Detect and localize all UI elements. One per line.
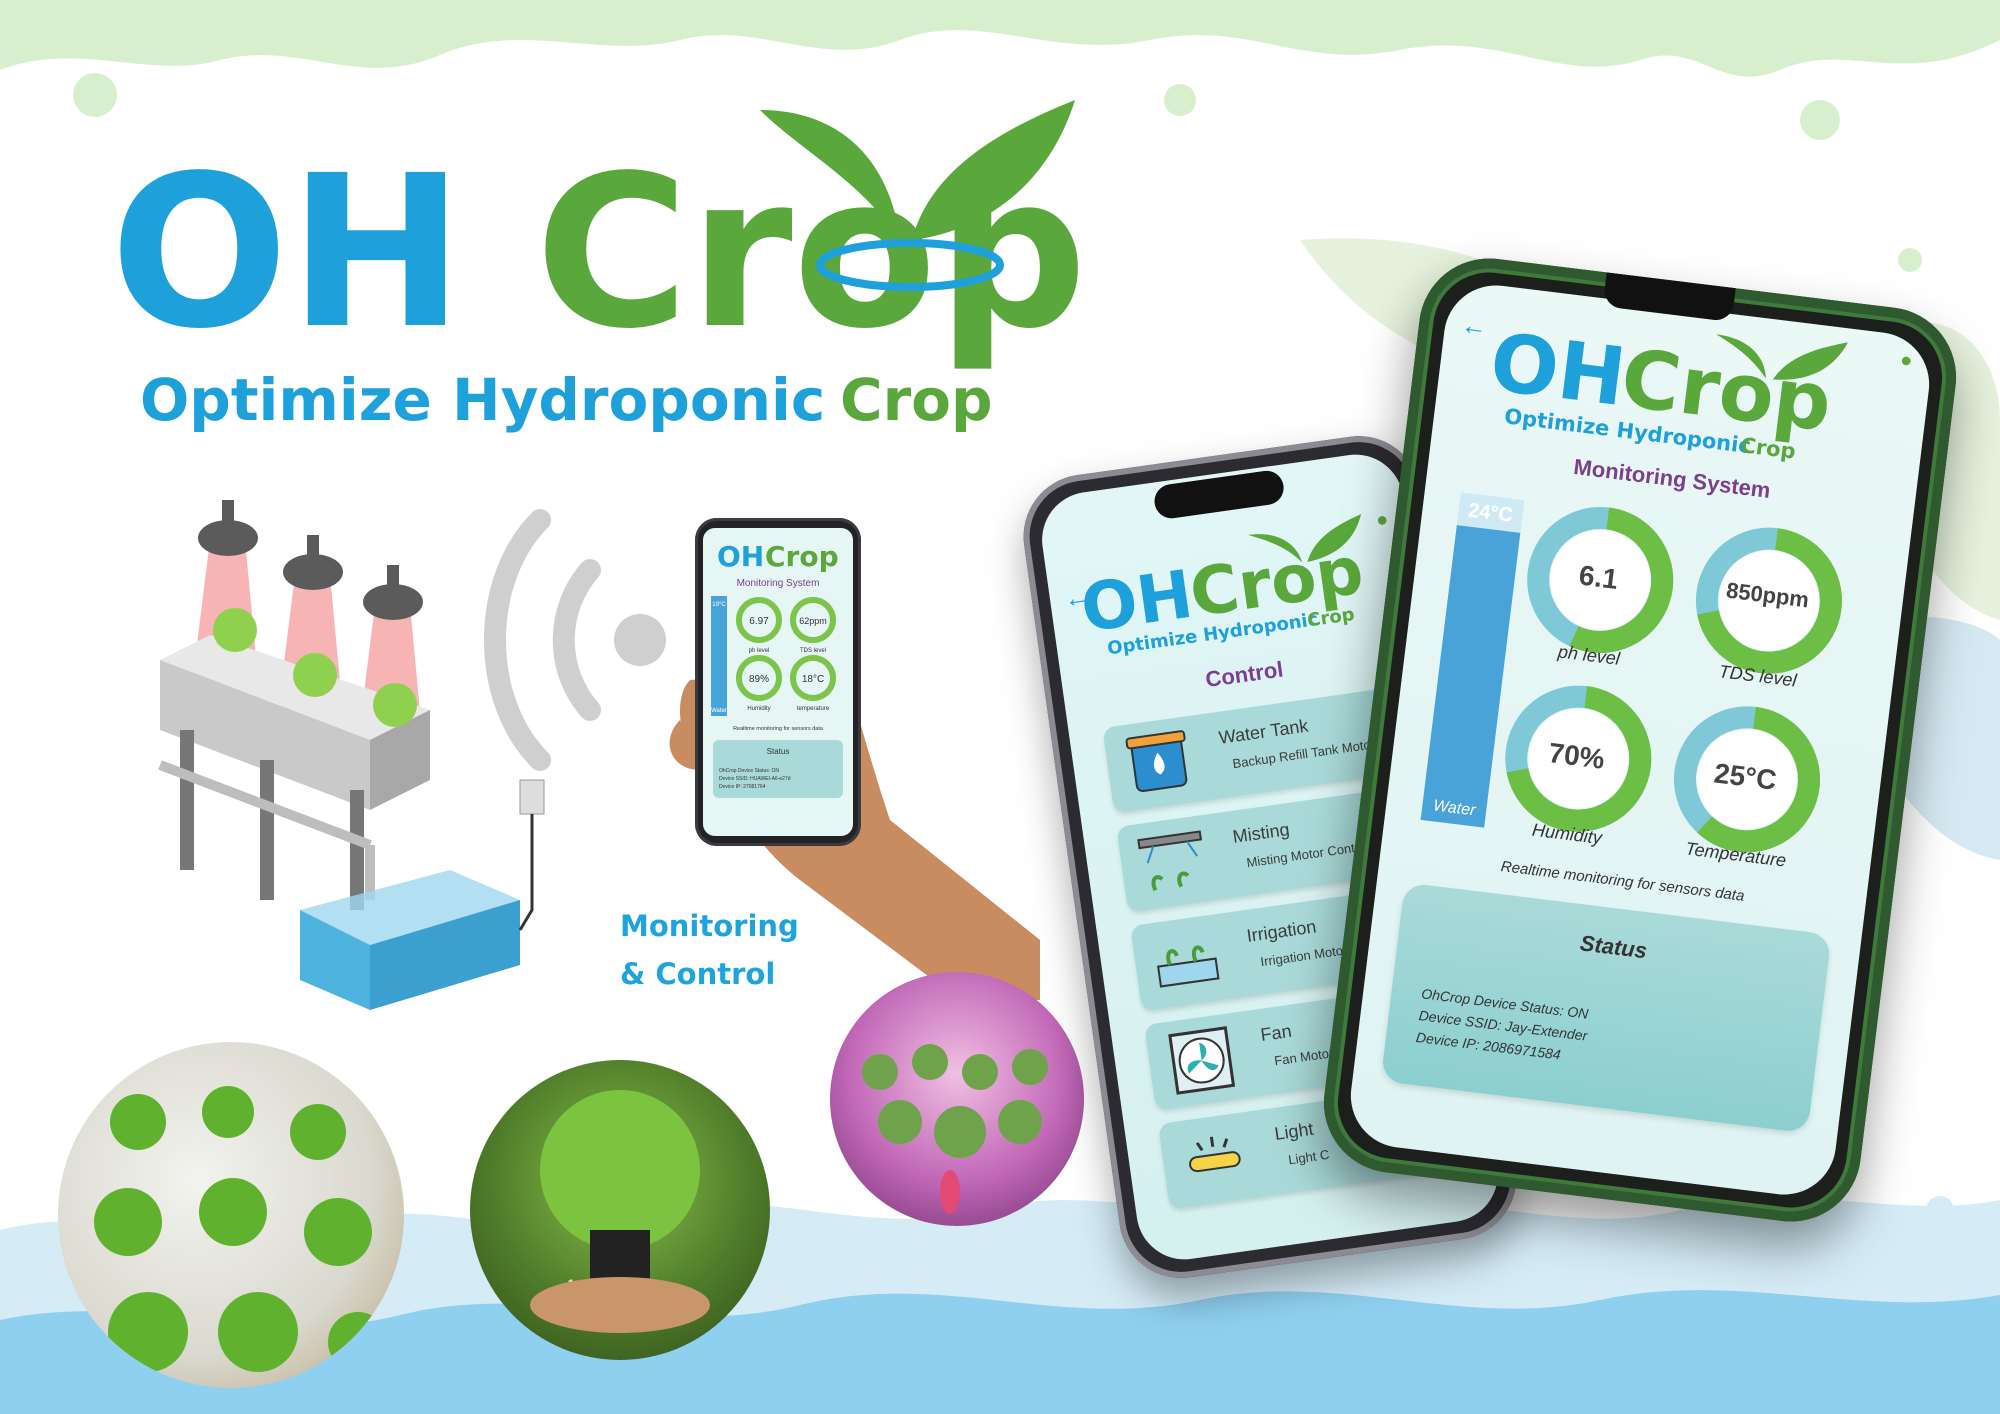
handheld-phone-screen: OH Crop Monitoring System 19°C Water 6.9… (703, 528, 853, 836)
hand-caption: Realtime monitoring for sensors data (733, 726, 824, 732)
indoor-farm-photo (830, 972, 1084, 1226)
hand-water-label: Water (711, 708, 727, 714)
logo-oh-text: OH (110, 130, 464, 375)
misting-title: Misting (1231, 819, 1291, 847)
tagline-part2: Crop (840, 366, 993, 434)
hand-gauge-tds-label: TDS level (800, 648, 826, 654)
section-label-line1: Monitoring (620, 909, 799, 943)
hand-gauge-ph-label: ph level (749, 648, 770, 654)
light-title: Light (1273, 1118, 1315, 1144)
monitoring-phone: ← ● OH Crop Optimize Hydroponic Crop Mon… (1315, 250, 1965, 1230)
hand-status-line-2: Device SSID: HUAWEI-A6-e27d (719, 776, 791, 782)
hand-status-line-1: OhCrop Device Status: ON (719, 768, 779, 774)
hand-gauge-humidity-label: Humidity (747, 706, 770, 712)
hand-status-title: Status (767, 747, 790, 756)
monitoring-screen: ← ● OH Crop Optimize Hydroponic Crop Mon… (1344, 279, 1936, 1201)
status-card: Status OhCrop Device Status: ON Device S… (1380, 882, 1832, 1134)
hand-gauge-tds-value: 62ppm (799, 616, 827, 626)
water-temperature: 24°C (1467, 499, 1515, 527)
misting-icon (1137, 830, 1203, 892)
hand-gauge-ph-value: 6.97 (749, 616, 769, 627)
fan-title: Fan (1259, 1020, 1293, 1045)
tagline-part1: Optimize Hydroponic (140, 366, 825, 434)
hand-gauge-temp-value: 18°C (802, 674, 824, 685)
hand-gauge-temp-label: temperature (797, 706, 830, 712)
hand-water-temp: 19°C (712, 602, 726, 608)
water-tank-title: Water Tank (1217, 715, 1310, 748)
hand-status-line-3: Device IP: 27081764 (719, 784, 766, 790)
svg-text:Crop: Crop (765, 540, 839, 573)
light-subtitle: Light C (1287, 1146, 1331, 1168)
water-tank-icon (1125, 730, 1188, 793)
back-arrow-icon[interactable]: ← (1459, 309, 1489, 343)
hand-gauge-humidity-value: 89% (749, 674, 769, 685)
user-icon[interactable]: ● (1899, 349, 1914, 373)
lettuce-rows-photo (58, 1042, 404, 1388)
hand-screen-title: Monitoring System (737, 578, 820, 589)
wifi-signal-icon (484, 509, 666, 771)
lettuce-roots-photo (470, 1060, 770, 1360)
status-title: Status (1578, 930, 1649, 964)
control-app-logo: OH Crop Optimize Hydroponic Crop (1076, 513, 1368, 659)
irrigation-title: Irrigation (1245, 916, 1318, 946)
irrigation-icon (1157, 945, 1220, 988)
svg-text:OH: OH (717, 540, 764, 573)
main-logo: OH Crop Optimize Hydroponic Crop (110, 100, 1087, 434)
light-icon (1189, 1136, 1241, 1173)
section-label-line2: & Control (620, 957, 776, 991)
fan-icon (1168, 1026, 1236, 1095)
handheld-phone: OH Crop Monitoring System 19°C Water 6.9… (695, 518, 861, 846)
monitoring-control-label: Monitoring & Control (620, 902, 880, 998)
